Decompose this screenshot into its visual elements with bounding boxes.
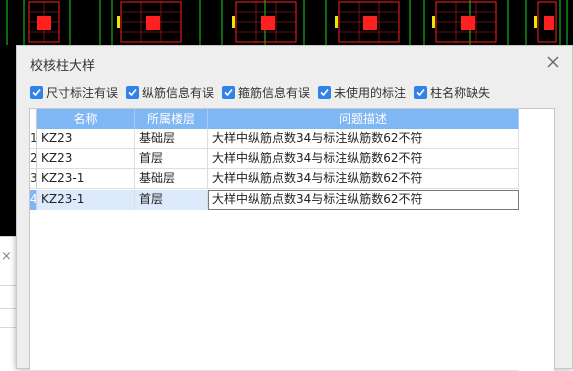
- checkbox-checked-icon[interactable]: [30, 85, 43, 99]
- cell-name[interactable]: KZ23: [37, 149, 135, 168]
- filter-unused-annotation[interactable]: 未使用的标注: [318, 84, 406, 101]
- filter-longitudinal-rebar-error[interactable]: 纵筋信息有误: [126, 84, 214, 101]
- cell-name[interactable]: KZ23-1: [37, 190, 135, 210]
- table-row[interactable]: 3 KZ23-1 基础层 大样中纵筋点数34与标注纵筋数62不符: [30, 169, 519, 189]
- cell-floor[interactable]: 基础层: [135, 169, 208, 188]
- divider: [0, 285, 16, 286]
- filter-label: 未使用的标注: [334, 85, 407, 100]
- divider: [0, 327, 16, 328]
- checkbox-checked-icon[interactable]: [318, 85, 332, 99]
- cell-name[interactable]: KZ23: [37, 129, 135, 148]
- table-header: 名称 所属楼层 问题描述: [30, 109, 519, 129]
- filter-label: 柱名称缺失: [430, 85, 491, 100]
- cell-description[interactable]: 大样中纵筋点数34与标注纵筋数62不符: [208, 190, 519, 210]
- filter-bar: 尺寸标注有误 纵筋信息有误 箍筋信息有误 未使用的标注 柱名称缺失: [30, 83, 498, 101]
- cell-name[interactable]: KZ23-1: [37, 169, 135, 188]
- column-header-name[interactable]: 名称: [37, 109, 135, 129]
- table-row[interactable]: 2 KZ23 首层 大样中纵筋点数34与标注纵筋数62不符: [30, 149, 519, 169]
- cell-description[interactable]: 大样中纵筋点数34与标注纵筋数62不符: [208, 149, 519, 168]
- cell-floor[interactable]: 首层: [135, 149, 208, 168]
- column-header-description[interactable]: 问题描述: [208, 109, 519, 129]
- cell-description[interactable]: 大样中纵筋点数34与标注纵筋数62不符: [208, 129, 519, 148]
- table-row[interactable]: 1 KZ23 基础层 大样中纵筋点数34与标注纵筋数62不符: [30, 129, 519, 149]
- filter-column-name-missing[interactable]: 柱名称缺失: [414, 84, 490, 101]
- filter-stirrup-error[interactable]: 箍筋信息有误: [222, 84, 310, 101]
- cell-floor[interactable]: 基础层: [135, 129, 208, 148]
- filter-label: 纵筋信息有误: [142, 85, 215, 100]
- dialog-title: 校核柱大样: [30, 59, 96, 74]
- checkbox-checked-icon[interactable]: [126, 85, 140, 99]
- row-number: 4: [30, 190, 37, 210]
- table-row-selected[interactable]: 4 KZ23-1 首层 大样中纵筋点数34与标注纵筋数62不符: [30, 190, 519, 210]
- cell-floor[interactable]: 首层: [135, 190, 208, 210]
- row-number: 2: [30, 149, 37, 168]
- check-column-detail-dialog: 校核柱大样 尺寸标注有误 纵筋信息有误 箍筋信息有误 未使用的标注 柱名称缺失 …: [16, 45, 573, 371]
- background-close-icon[interactable]: ×: [1, 249, 12, 264]
- divider: [0, 308, 16, 309]
- row-number: 3: [30, 169, 37, 188]
- filter-label: 箍筋信息有误: [238, 85, 311, 100]
- close-icon[interactable]: [544, 53, 562, 71]
- row-number: 1: [30, 129, 37, 148]
- issue-table: 名称 所属楼层 问题描述 1 KZ23 基础层 大样中纵筋点数34与标注纵筋数6…: [29, 108, 555, 371]
- filter-label: 尺寸标注有误: [46, 85, 119, 100]
- checkbox-checked-icon[interactable]: [414, 85, 428, 99]
- filter-dimension-error[interactable]: 尺寸标注有误: [30, 84, 118, 101]
- header-corner: [30, 109, 37, 129]
- cell-description[interactable]: 大样中纵筋点数34与标注纵筋数62不符: [208, 169, 519, 188]
- table-empty-area: [519, 109, 554, 371]
- column-header-floor[interactable]: 所属楼层: [135, 109, 208, 129]
- dialog-titlebar[interactable]: 校核柱大样: [17, 46, 572, 80]
- checkbox-checked-icon[interactable]: [222, 85, 236, 99]
